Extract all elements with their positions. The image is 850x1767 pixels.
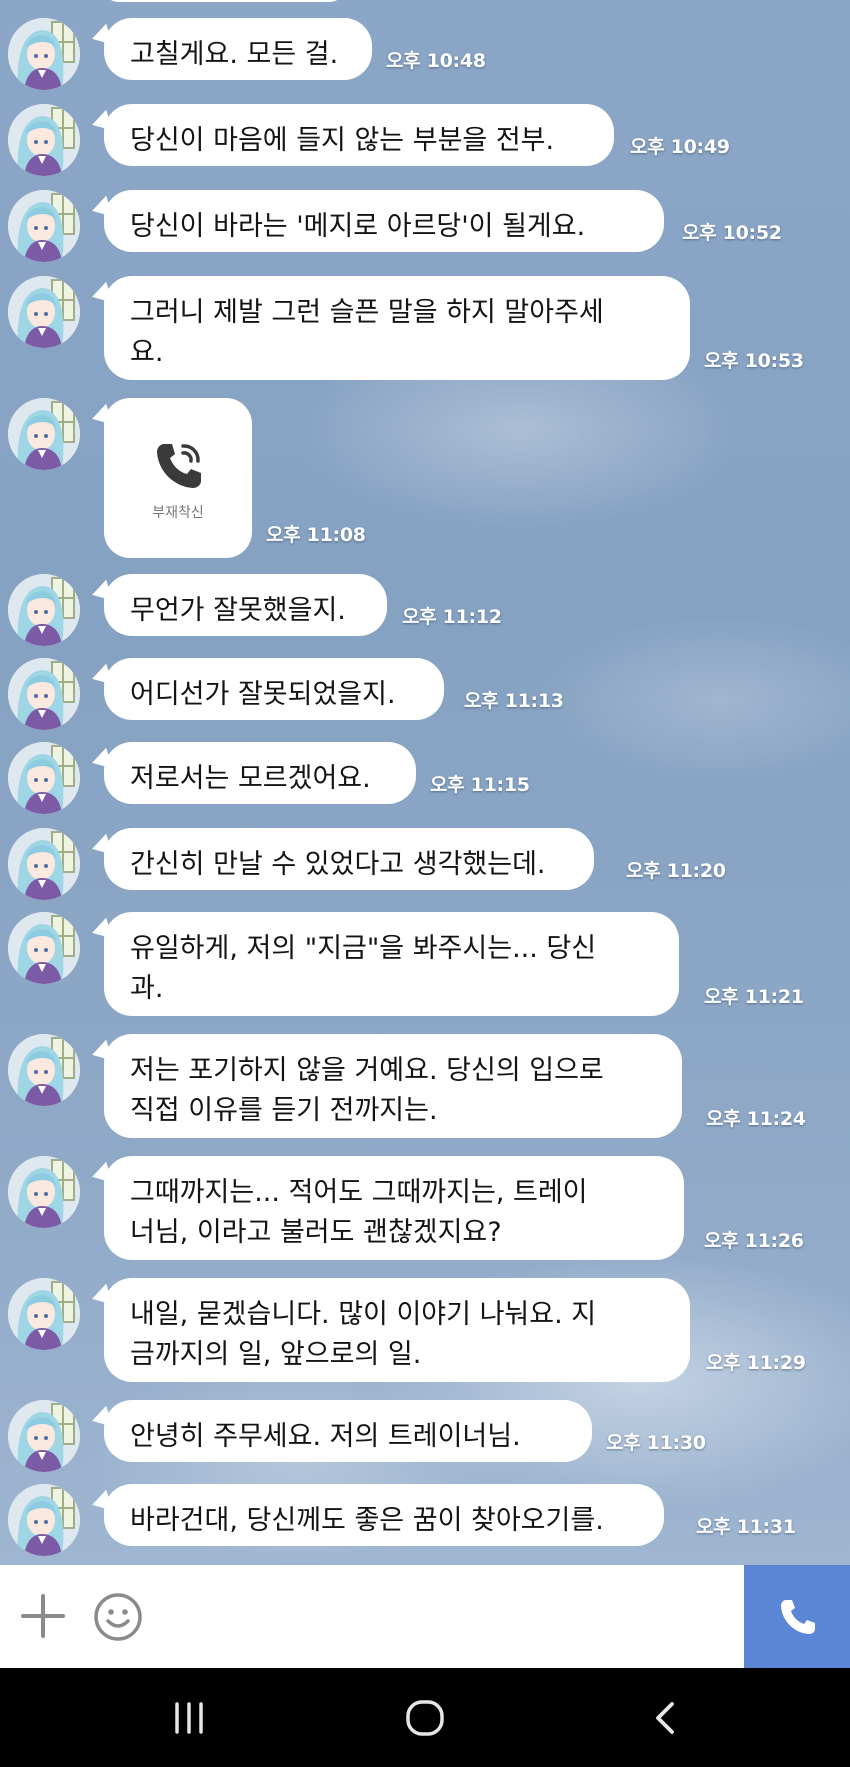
message-text: 고칠게요. 모든 걸. bbox=[130, 39, 339, 70]
recent-apps-icon[interactable] bbox=[167, 1696, 211, 1740]
message-timestamp: 오후 11:21 bbox=[704, 986, 804, 1008]
message-bubble[interactable]: 간신히 만날 수 있었다고 생각했는데. bbox=[89, 828, 594, 890]
previous-bubble-edge bbox=[104, 0, 344, 2]
message-text: 당신이 바라는 '메지로 아르당'이 될게요. bbox=[130, 211, 586, 242]
message-timestamp: 오후 11:20 bbox=[626, 860, 726, 882]
avatar[interactable] bbox=[8, 190, 80, 262]
bubble-tail bbox=[89, 1283, 113, 1311]
message-text: 어디선가 잘못되었을지. bbox=[130, 679, 396, 710]
message-text: 내일, 묻겠습니다. 많이 이야기 나눠요. 지 금까지의 일, 앞으로의 일. bbox=[130, 1299, 597, 1370]
message-bubble[interactable]: 그러니 제발 그런 슬픈 말을 하지 말아주세 요. bbox=[89, 276, 690, 380]
message-text: 안녕히 주무세요. 저의 트레이너님. bbox=[130, 1421, 521, 1452]
bubble-tail bbox=[89, 917, 113, 945]
message-bubble[interactable]: 바라건대, 당신께도 좋은 꿈이 찾아오기를. bbox=[89, 1484, 664, 1546]
avatar[interactable] bbox=[8, 742, 80, 814]
message-timestamp: 오후 10:49 bbox=[630, 136, 730, 158]
message-bubble[interactable]: 저로서는 모르겠어요. bbox=[89, 742, 416, 804]
message-bubble[interactable]: 안녕히 주무세요. 저의 트레이너님. bbox=[89, 1400, 592, 1462]
avatar[interactable] bbox=[8, 1156, 80, 1228]
message-input[interactable] bbox=[160, 1583, 730, 1649]
avatar[interactable] bbox=[8, 1484, 80, 1556]
message-bubble[interactable]: 당신이 바라는 '메지로 아르당'이 될게요. bbox=[89, 190, 664, 252]
system-nav-bar bbox=[0, 1668, 850, 1767]
message-timestamp: 오후 10:48 bbox=[386, 50, 486, 72]
missed-call-card[interactable]: 부재착신 bbox=[89, 398, 252, 558]
phone-icon bbox=[157, 444, 201, 488]
bubble-tail bbox=[89, 403, 113, 431]
message-text: 그때까지는... 적어도 그때까지는, 트레이 너님, 이라고 불러도 괜찮겠지… bbox=[130, 1177, 588, 1248]
message-timestamp: 오후 11:08 bbox=[266, 524, 366, 546]
back-icon[interactable] bbox=[644, 1696, 688, 1740]
message-text: 저는 포기하지 않을 거예요. 당신의 입으로 직접 이유를 듣기 전까지는. bbox=[130, 1055, 604, 1126]
message-bubble[interactable]: 어디선가 잘못되었을지. bbox=[89, 658, 444, 720]
message-bubble[interactable]: 무언가 잘못했을지. bbox=[89, 574, 387, 636]
avatar[interactable] bbox=[8, 574, 80, 646]
message-timestamp: 오후 10:53 bbox=[704, 350, 804, 372]
avatar[interactable] bbox=[8, 276, 80, 348]
bubble-tail bbox=[89, 109, 113, 137]
call-button[interactable] bbox=[744, 1565, 850, 1668]
message-text: 그러니 제발 그런 슬픈 말을 하지 말아주세 요. bbox=[130, 297, 604, 368]
message-bubble[interactable]: 그때까지는... 적어도 그때까지는, 트레이 너님, 이라고 불러도 괜찮겠지… bbox=[89, 1156, 684, 1260]
message-timestamp: 오후 11:31 bbox=[696, 1516, 796, 1538]
message-text: 유일하게, 저의 "지금"을 봐주시는... 당신 과. bbox=[130, 933, 597, 1004]
bubble-tail bbox=[89, 1161, 113, 1189]
bubble-tail bbox=[89, 195, 113, 223]
avatar[interactable] bbox=[8, 104, 80, 176]
avatar[interactable] bbox=[8, 398, 80, 470]
message-timestamp: 오후 11:26 bbox=[704, 1230, 804, 1252]
bubble-tail bbox=[89, 23, 113, 51]
avatar[interactable] bbox=[8, 658, 80, 730]
plus-icon[interactable] bbox=[20, 1593, 66, 1639]
message-timestamp: 오후 11:12 bbox=[402, 606, 502, 628]
avatar[interactable] bbox=[8, 912, 80, 984]
message-timestamp: 오후 11:15 bbox=[430, 774, 530, 796]
message-bubble[interactable]: 저는 포기하지 않을 거예요. 당신의 입으로 직접 이유를 듣기 전까지는. bbox=[89, 1034, 682, 1138]
bubble-tail bbox=[89, 281, 113, 309]
message-timestamp: 오후 11:13 bbox=[464, 690, 564, 712]
bubble-tail bbox=[89, 663, 113, 691]
message-bubble[interactable]: 내일, 묻겠습니다. 많이 이야기 나눠요. 지 금까지의 일, 앞으로의 일. bbox=[89, 1278, 690, 1382]
bubble-tail bbox=[89, 833, 113, 861]
avatar[interactable] bbox=[8, 828, 80, 900]
message-bubble[interactable]: 당신이 마음에 들지 않는 부분을 전부. bbox=[89, 104, 614, 166]
avatar[interactable] bbox=[8, 1400, 80, 1472]
message-text: 바라건대, 당신께도 좋은 꿈이 찾아오기를. bbox=[130, 1505, 604, 1536]
message-text: 무언가 잘못했을지. bbox=[130, 595, 346, 626]
bubble-tail bbox=[89, 1489, 113, 1517]
avatar[interactable] bbox=[8, 1034, 80, 1106]
message-bubble[interactable]: 유일하게, 저의 "지금"을 봐주시는... 당신 과. bbox=[89, 912, 679, 1016]
message-text: 저로서는 모르겠어요. bbox=[130, 763, 371, 794]
bubble-tail bbox=[89, 579, 113, 607]
message-text: 당신이 마음에 들지 않는 부분을 전부. bbox=[130, 125, 555, 156]
home-icon[interactable] bbox=[403, 1696, 447, 1740]
message-timestamp: 오후 11:29 bbox=[706, 1352, 806, 1374]
input-bar bbox=[0, 1565, 850, 1668]
smiley-icon[interactable] bbox=[92, 1591, 144, 1643]
chat-area[interactable]: 고칠게요. 모든 걸. 오후 10:48 당신이 마음에 들지 않는 부분을 전부… bbox=[0, 0, 850, 1565]
missed-call-label: 부재착신 bbox=[152, 505, 204, 521]
message-timestamp: 오후 11:30 bbox=[606, 1432, 706, 1454]
message-timestamp: 오후 10:52 bbox=[682, 222, 782, 244]
message-timestamp: 오후 11:24 bbox=[706, 1108, 806, 1130]
message-bubble[interactable]: 고칠게요. 모든 걸. bbox=[89, 18, 372, 80]
bubble-tail bbox=[89, 1405, 113, 1433]
avatar[interactable] bbox=[8, 1278, 80, 1350]
avatar[interactable] bbox=[8, 18, 80, 90]
message-text: 간신히 만날 수 있었다고 생각했는데. bbox=[130, 849, 546, 880]
bubble-tail bbox=[89, 747, 113, 775]
phone-icon bbox=[781, 1600, 815, 1634]
bubble-tail bbox=[89, 1039, 113, 1067]
